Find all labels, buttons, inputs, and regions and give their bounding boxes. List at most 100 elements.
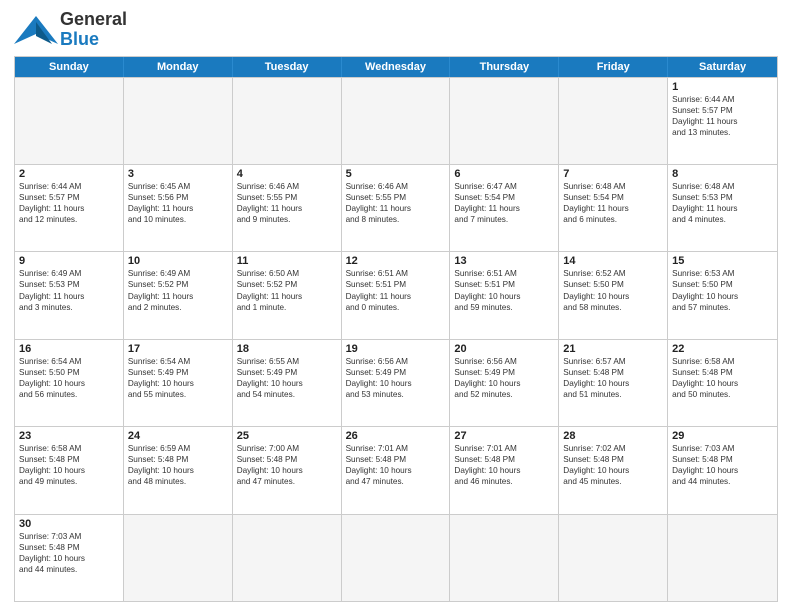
day-number: 2: [19, 168, 119, 180]
page: General Blue SundayMondayTuesdayWednesda…: [0, 0, 792, 612]
calendar-row-1: 2Sunrise: 6:44 AM Sunset: 5:57 PM Daylig…: [15, 164, 777, 251]
day-cell-12: 12Sunrise: 6:51 AM Sunset: 5:51 PM Dayli…: [342, 252, 451, 338]
day-cell-3: 3Sunrise: 6:45 AM Sunset: 5:56 PM Daylig…: [124, 165, 233, 251]
day-number: 7: [563, 168, 663, 180]
empty-cell: [15, 78, 124, 164]
day-number: 16: [19, 343, 119, 355]
day-number: 27: [454, 430, 554, 442]
day-cell-30: 30Sunrise: 7:03 AM Sunset: 5:48 PM Dayli…: [15, 515, 124, 601]
empty-cell: [233, 515, 342, 601]
day-cell-11: 11Sunrise: 6:50 AM Sunset: 5:52 PM Dayli…: [233, 252, 342, 338]
day-info: Sunrise: 6:49 AM Sunset: 5:52 PM Dayligh…: [128, 268, 228, 312]
weekday-header-wednesday: Wednesday: [342, 57, 451, 77]
day-info: Sunrise: 6:52 AM Sunset: 5:50 PM Dayligh…: [563, 268, 663, 312]
weekday-header-saturday: Saturday: [668, 57, 777, 77]
day-info: Sunrise: 6:54 AM Sunset: 5:49 PM Dayligh…: [128, 356, 228, 400]
day-cell-9: 9Sunrise: 6:49 AM Sunset: 5:53 PM Daylig…: [15, 252, 124, 338]
day-cell-7: 7Sunrise: 6:48 AM Sunset: 5:54 PM Daylig…: [559, 165, 668, 251]
day-number: 9: [19, 255, 119, 267]
weekday-header-tuesday: Tuesday: [233, 57, 342, 77]
empty-cell: [342, 78, 451, 164]
weekday-header-friday: Friday: [559, 57, 668, 77]
day-number: 18: [237, 343, 337, 355]
day-number: 4: [237, 168, 337, 180]
day-info: Sunrise: 7:01 AM Sunset: 5:48 PM Dayligh…: [346, 443, 446, 487]
day-info: Sunrise: 6:51 AM Sunset: 5:51 PM Dayligh…: [346, 268, 446, 312]
day-number: 13: [454, 255, 554, 267]
calendar-row-5: 30Sunrise: 7:03 AM Sunset: 5:48 PM Dayli…: [15, 514, 777, 601]
day-info: Sunrise: 6:54 AM Sunset: 5:50 PM Dayligh…: [19, 356, 119, 400]
day-number: 26: [346, 430, 446, 442]
day-number: 30: [19, 518, 119, 530]
day-cell-18: 18Sunrise: 6:55 AM Sunset: 5:49 PM Dayli…: [233, 340, 342, 426]
day-cell-8: 8Sunrise: 6:48 AM Sunset: 5:53 PM Daylig…: [668, 165, 777, 251]
day-cell-29: 29Sunrise: 7:03 AM Sunset: 5:48 PM Dayli…: [668, 427, 777, 513]
empty-cell: [233, 78, 342, 164]
day-number: 28: [563, 430, 663, 442]
day-cell-6: 6Sunrise: 6:47 AM Sunset: 5:54 PM Daylig…: [450, 165, 559, 251]
logo-icon: [14, 12, 58, 48]
day-info: Sunrise: 6:46 AM Sunset: 5:55 PM Dayligh…: [346, 181, 446, 225]
calendar-header: SundayMondayTuesdayWednesdayThursdayFrid…: [15, 57, 777, 77]
day-info: Sunrise: 6:58 AM Sunset: 5:48 PM Dayligh…: [672, 356, 773, 400]
day-number: 25: [237, 430, 337, 442]
day-cell-21: 21Sunrise: 6:57 AM Sunset: 5:48 PM Dayli…: [559, 340, 668, 426]
day-cell-5: 5Sunrise: 6:46 AM Sunset: 5:55 PM Daylig…: [342, 165, 451, 251]
weekday-header-sunday: Sunday: [15, 57, 124, 77]
day-cell-17: 17Sunrise: 6:54 AM Sunset: 5:49 PM Dayli…: [124, 340, 233, 426]
empty-cell: [559, 515, 668, 601]
day-info: Sunrise: 6:59 AM Sunset: 5:48 PM Dayligh…: [128, 443, 228, 487]
logo-general-text: General: [60, 10, 127, 30]
day-info: Sunrise: 6:48 AM Sunset: 5:54 PM Dayligh…: [563, 181, 663, 225]
empty-cell: [124, 78, 233, 164]
day-info: Sunrise: 6:44 AM Sunset: 5:57 PM Dayligh…: [672, 94, 773, 138]
day-number: 11: [237, 255, 337, 267]
day-cell-22: 22Sunrise: 6:58 AM Sunset: 5:48 PM Dayli…: [668, 340, 777, 426]
day-info: Sunrise: 6:46 AM Sunset: 5:55 PM Dayligh…: [237, 181, 337, 225]
day-cell-20: 20Sunrise: 6:56 AM Sunset: 5:49 PM Dayli…: [450, 340, 559, 426]
day-info: Sunrise: 6:44 AM Sunset: 5:57 PM Dayligh…: [19, 181, 119, 225]
day-info: Sunrise: 7:03 AM Sunset: 5:48 PM Dayligh…: [19, 531, 119, 575]
calendar-row-2: 9Sunrise: 6:49 AM Sunset: 5:53 PM Daylig…: [15, 251, 777, 338]
day-number: 24: [128, 430, 228, 442]
day-cell-16: 16Sunrise: 6:54 AM Sunset: 5:50 PM Dayli…: [15, 340, 124, 426]
day-number: 21: [563, 343, 663, 355]
day-number: 12: [346, 255, 446, 267]
day-number: 22: [672, 343, 773, 355]
day-number: 3: [128, 168, 228, 180]
empty-cell: [668, 515, 777, 601]
day-cell-2: 2Sunrise: 6:44 AM Sunset: 5:57 PM Daylig…: [15, 165, 124, 251]
calendar: SundayMondayTuesdayWednesdayThursdayFrid…: [14, 56, 778, 602]
weekday-header-thursday: Thursday: [450, 57, 559, 77]
day-info: Sunrise: 6:58 AM Sunset: 5:48 PM Dayligh…: [19, 443, 119, 487]
weekday-header-monday: Monday: [124, 57, 233, 77]
day-number: 8: [672, 168, 773, 180]
day-cell-26: 26Sunrise: 7:01 AM Sunset: 5:48 PM Dayli…: [342, 427, 451, 513]
day-number: 14: [563, 255, 663, 267]
empty-cell: [124, 515, 233, 601]
day-number: 15: [672, 255, 773, 267]
empty-cell: [450, 78, 559, 164]
day-info: Sunrise: 6:56 AM Sunset: 5:49 PM Dayligh…: [346, 356, 446, 400]
calendar-row-3: 16Sunrise: 6:54 AM Sunset: 5:50 PM Dayli…: [15, 339, 777, 426]
day-number: 10: [128, 255, 228, 267]
day-cell-24: 24Sunrise: 6:59 AM Sunset: 5:48 PM Dayli…: [124, 427, 233, 513]
logo-blue-text: Blue: [60, 30, 127, 50]
day-number: 5: [346, 168, 446, 180]
day-cell-27: 27Sunrise: 7:01 AM Sunset: 5:48 PM Dayli…: [450, 427, 559, 513]
day-info: Sunrise: 6:53 AM Sunset: 5:50 PM Dayligh…: [672, 268, 773, 312]
empty-cell: [342, 515, 451, 601]
day-number: 1: [672, 81, 773, 93]
day-info: Sunrise: 6:49 AM Sunset: 5:53 PM Dayligh…: [19, 268, 119, 312]
calendar-row-4: 23Sunrise: 6:58 AM Sunset: 5:48 PM Dayli…: [15, 426, 777, 513]
empty-cell: [559, 78, 668, 164]
day-number: 17: [128, 343, 228, 355]
day-cell-1: 1Sunrise: 6:44 AM Sunset: 5:57 PM Daylig…: [668, 78, 777, 164]
day-info: Sunrise: 6:48 AM Sunset: 5:53 PM Dayligh…: [672, 181, 773, 225]
day-cell-15: 15Sunrise: 6:53 AM Sunset: 5:50 PM Dayli…: [668, 252, 777, 338]
day-cell-13: 13Sunrise: 6:51 AM Sunset: 5:51 PM Dayli…: [450, 252, 559, 338]
day-number: 20: [454, 343, 554, 355]
day-info: Sunrise: 7:01 AM Sunset: 5:48 PM Dayligh…: [454, 443, 554, 487]
day-number: 19: [346, 343, 446, 355]
day-info: Sunrise: 6:56 AM Sunset: 5:49 PM Dayligh…: [454, 356, 554, 400]
